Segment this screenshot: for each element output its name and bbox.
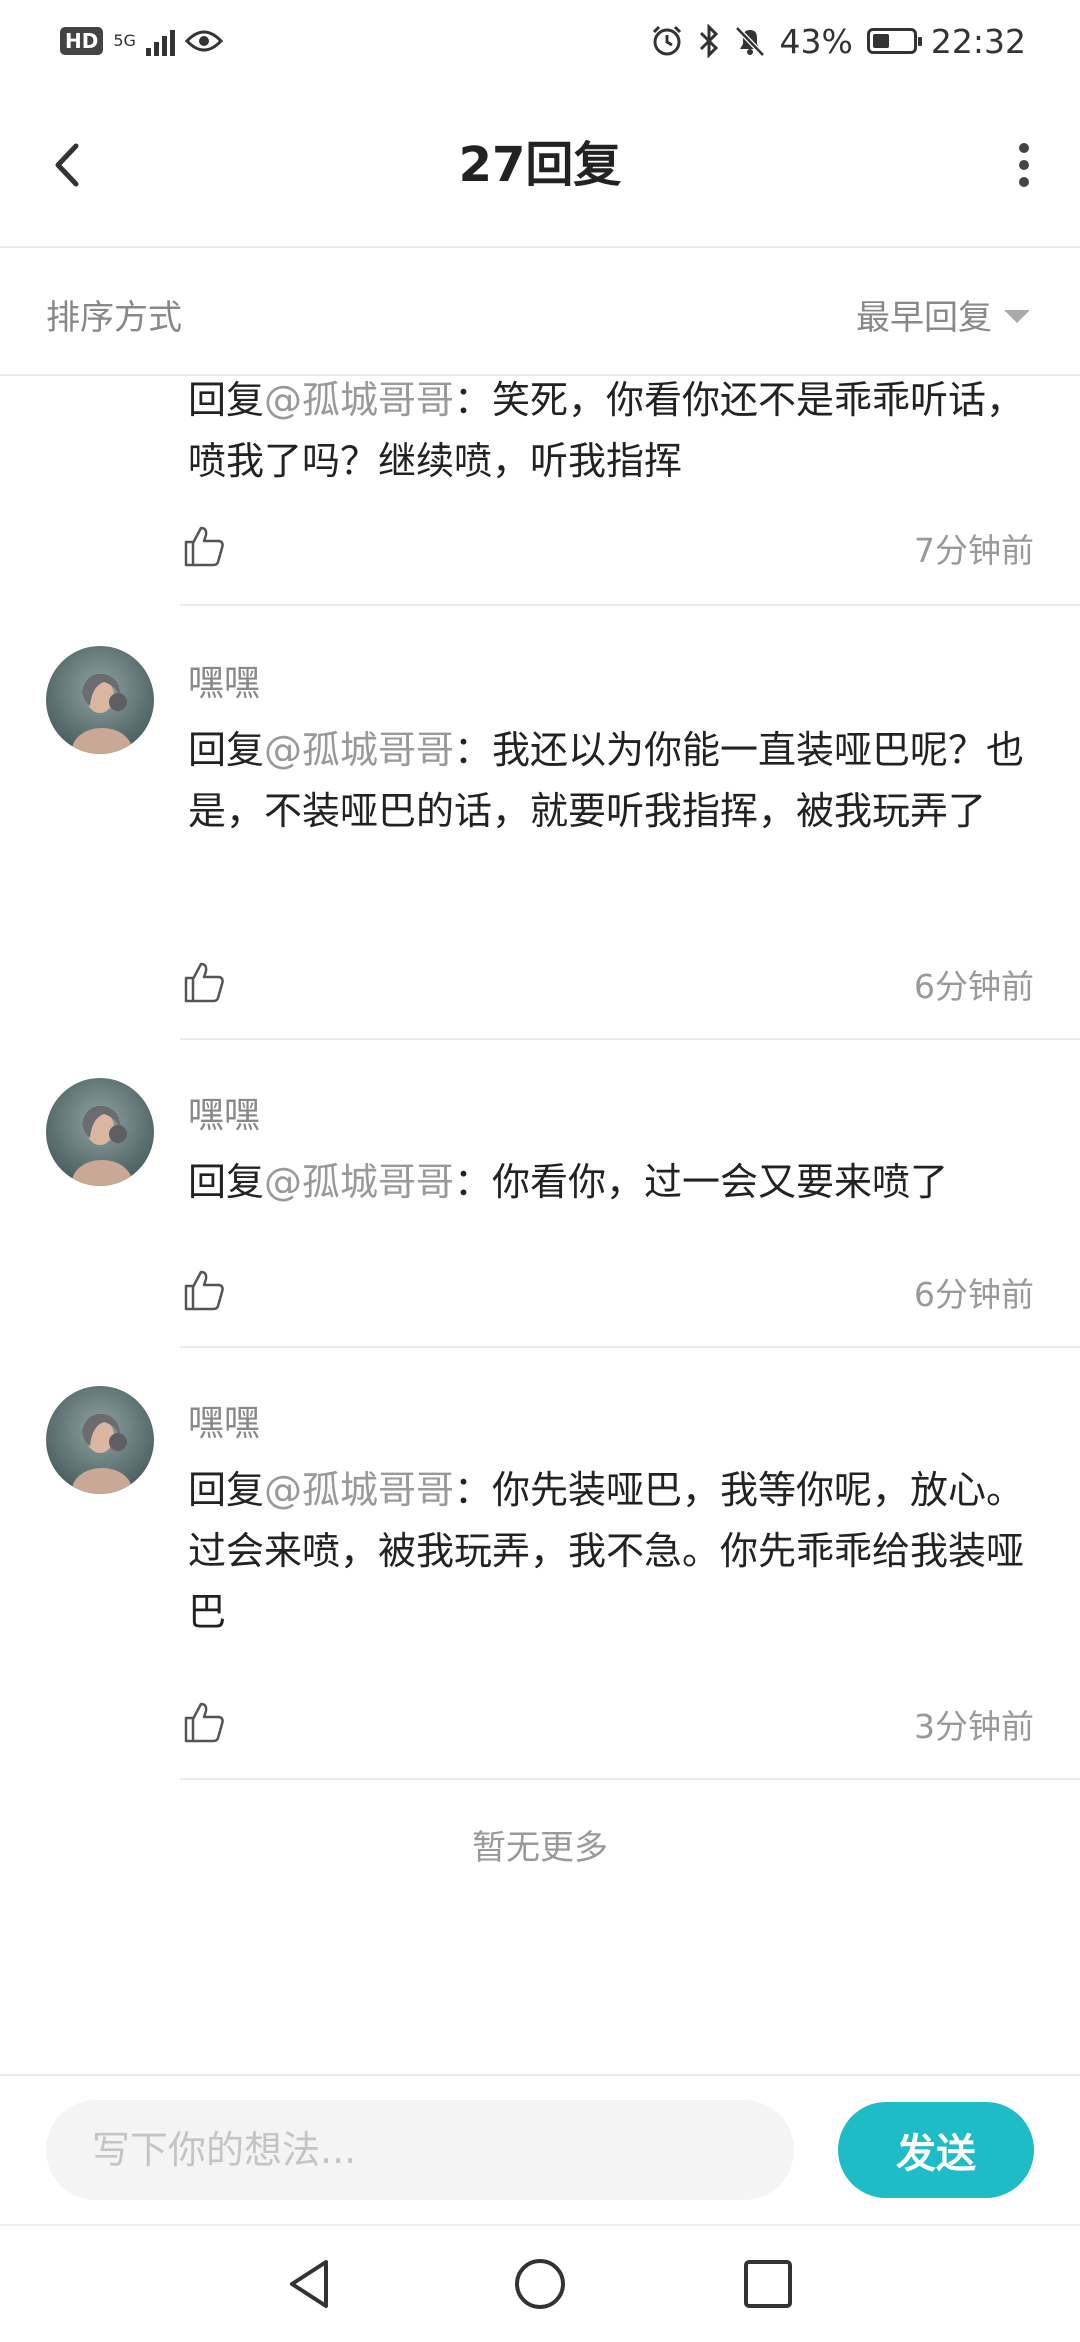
battery-fill [872, 34, 889, 48]
page-title: 27回复 [458, 137, 622, 193]
comment-time: 6分钟前 [914, 1275, 1034, 1314]
nav-back-icon[interactable] [278, 2252, 342, 2316]
send-button[interactable]: 发送 [838, 2102, 1034, 2198]
signal-icon [145, 26, 175, 56]
status-right: 43% 22:32 [650, 18, 1026, 64]
user-name[interactable]: 嘿嘿 [188, 1394, 260, 1446]
thumbs-up-icon[interactable] [180, 1698, 228, 1746]
mention-link[interactable]: @孤城哥哥 [264, 728, 454, 772]
bluetooth-icon [699, 24, 718, 58]
comment-body: 回复@孤城哥哥：你看你，过一会又要来喷了 [188, 1152, 1038, 1213]
mention-link[interactable]: @孤城哥哥 [264, 378, 454, 422]
no-more-text: 暂无更多 [472, 1828, 608, 1868]
thumbs-up-icon[interactable] [180, 1266, 228, 1314]
comment-time: 7分钟前 [914, 531, 1034, 570]
thumbs-up-icon[interactable] [180, 522, 228, 570]
comment-body: 回复@孤城哥哥：你先装哑巴，我等你呢，放心。过会来喷，被我玩弄，我不急。你先乖乖… [188, 1460, 1038, 1643]
mention-link[interactable]: @孤城哥哥 [264, 1468, 454, 1512]
comment-item: 嘿嘿 回复@孤城哥哥：你先装哑巴，我等你呢，放心。过会来喷，被我玩弄，我不急。你… [0, 1348, 1080, 1780]
sort-bar: 排序方式 最早回复 [0, 248, 1080, 376]
nav-recents-icon[interactable] [736, 2252, 800, 2316]
more-options-icon[interactable] [996, 130, 1052, 200]
alarm-icon [652, 25, 681, 56]
dropdown-caret-icon [1004, 310, 1030, 323]
sort-label: 排序方式 [46, 298, 182, 338]
eye-icon [184, 30, 223, 52]
user-name[interactable]: 嘿嘿 [188, 1086, 260, 1138]
status-bar: HD 5G 43% 22:32 [0, 0, 1080, 82]
battery-percent: 43% [779, 21, 853, 61]
app-header: 27回复 [0, 82, 1080, 248]
avatar[interactable] [46, 1078, 154, 1186]
comment-body: 回复@孤城哥哥：我还以为你能一直装哑巴呢？也是，不装哑巴的话，就要听我指挥，被我… [188, 720, 1038, 842]
comment-time: 3分钟前 [914, 1707, 1034, 1746]
status-left: HD 5G [60, 20, 223, 62]
avatar[interactable] [46, 1386, 154, 1494]
nav-home-icon[interactable] [508, 2252, 572, 2316]
comment-body: 回复@孤城哥哥：笑死，你看你还不是乖乖听话，喷我了吗？继续喷，听我指挥 [188, 370, 1038, 492]
comment-item: 嘿嘿 回复@孤城哥哥：我还以为你能一直装哑巴呢？也是，不装哑巴的话，就要听我指挥… [0, 608, 1080, 1040]
sort-selected-value: 最早回复 [856, 298, 992, 338]
hd-badge: HD [60, 27, 104, 55]
thumbs-up-icon[interactable] [180, 958, 228, 1006]
reply-prefix: 回复 [188, 1160, 265, 1204]
reply-prefix: 回复 [188, 728, 265, 772]
avatar-image [46, 646, 154, 754]
battery-icon [866, 28, 922, 54]
reply-prefix: 回复 [188, 378, 265, 422]
clock: 22:32 [930, 21, 1026, 61]
divider [180, 604, 1080, 606]
avatar-image [46, 1386, 154, 1494]
mention-link[interactable]: @孤城哥哥 [264, 1160, 454, 1204]
comment-item: 回复@孤城哥哥：笑死，你看你还不是乖乖听话，喷我了吗？继续喷，听我指挥 7分钟前 [0, 268, 1080, 608]
mute-bell-icon [734, 26, 765, 57]
network-type: 5G [113, 31, 136, 50]
user-name[interactable]: 嘿嘿 [188, 654, 260, 706]
comment-time: 6分钟前 [914, 967, 1034, 1006]
avatar-image [46, 1078, 154, 1186]
reply-prefix: 回复 [188, 1468, 265, 1512]
system-nav-bar [0, 2224, 1080, 2342]
avatar[interactable] [46, 646, 154, 754]
comment-item: 嘿嘿 回复@孤城哥哥：你看你，过一会又要来喷了 6分钟前 [0, 1040, 1080, 1348]
sort-dropdown[interactable]: 最早回复 [856, 290, 1030, 339]
reply-input-bar: 发送 [0, 2074, 1080, 2226]
divider [180, 1778, 1080, 1780]
reply-input[interactable] [46, 2100, 794, 2200]
comment-text: ：你看你，过一会又要来喷了 [454, 1160, 949, 1204]
